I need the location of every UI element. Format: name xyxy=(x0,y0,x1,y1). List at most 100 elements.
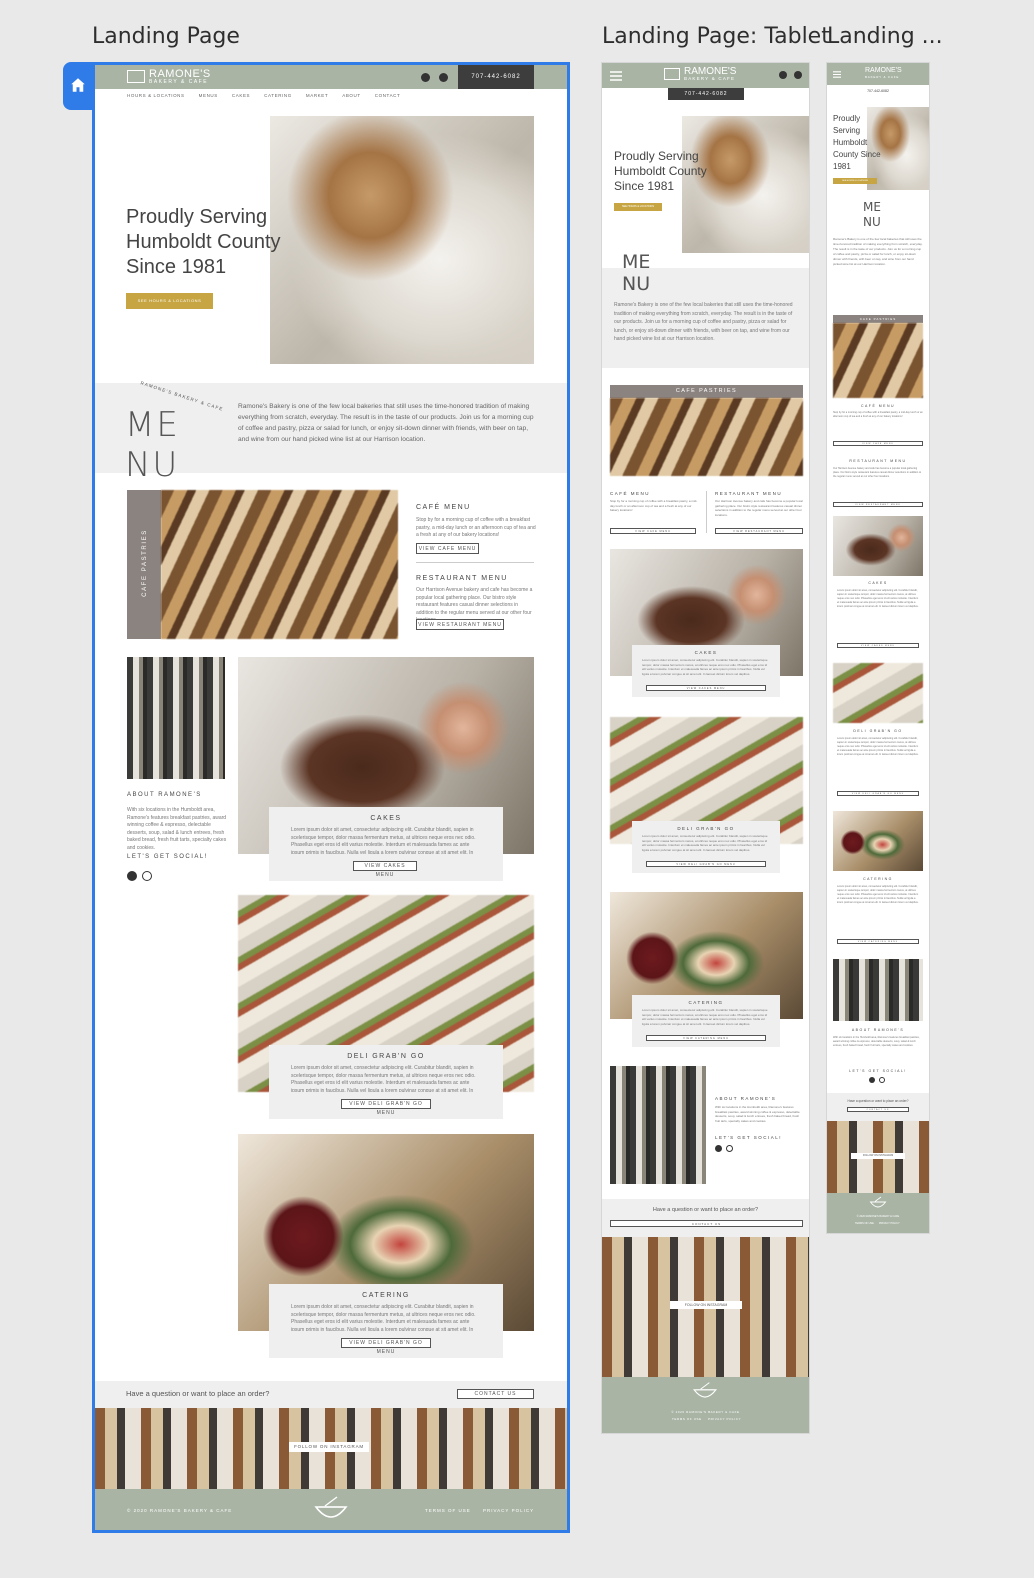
tablet-instagram-button[interactable]: FOLLOW ON INSTAGRAM xyxy=(670,1301,742,1309)
cakes-text: Lorem ipsum dolor sit amet, consectetur … xyxy=(291,827,476,854)
tablet-view-cafe-button[interactable]: VIEW CAFE MENU xyxy=(610,528,696,534)
nav-about[interactable]: ABOUT xyxy=(342,93,361,101)
mobile-deli-button[interactable]: VIEW DELI GRAB'N GO MENU xyxy=(837,791,919,796)
mobile-restaurant-button[interactable]: VIEW RESTAURANT MENU xyxy=(833,502,923,507)
tablet-cafe-pastries: CAFE PASTRIES xyxy=(675,388,738,394)
nav-market[interactable]: MARKET xyxy=(306,93,328,101)
mobile-menu-logo-top: ME xyxy=(863,200,881,214)
tablet-artboard[interactable]: RAMONE'S BAKERY & CAFE 707-442-6082 Prou… xyxy=(601,62,810,1434)
mobile-restaurant-title: RESTAURANT MENU xyxy=(849,459,907,463)
desktop-artboard[interactable]: RAMONE'S BAKERY & CAFE 707-442-6082 HOUR… xyxy=(92,62,570,1533)
artboard-title-tablet[interactable]: Landing Page: Tablet xyxy=(602,24,830,49)
tablet-contact-button[interactable]: CONTACT US xyxy=(610,1220,803,1227)
mobile-terms[interactable]: TERMS OF USE xyxy=(855,1222,874,1225)
tablet-footer: © 2020 RAMONE'S BAKERY & CAFE TERMS OF U… xyxy=(602,1377,809,1433)
mobile-hero-button[interactable]: SEE HOURS & LOCATIONS xyxy=(833,178,877,184)
about-title: ABOUT RAMONE'S xyxy=(127,792,202,798)
menu-logo-top: ME xyxy=(125,405,180,445)
artboard-title-desktop[interactable]: Landing Page xyxy=(92,24,240,49)
tablet-brand[interactable]: RAMONE'S BAKERY & CAFE xyxy=(664,66,754,84)
tablet-cakes-button[interactable]: VIEW CAKES MENU xyxy=(646,685,766,691)
nav-contact[interactable]: CONTACT xyxy=(375,93,401,101)
nav-hours[interactable]: HOURS & LOCATIONS xyxy=(127,93,185,101)
tablet-social-title: LET'S GET SOCIAL! xyxy=(715,1135,783,1140)
mobile-about-title: ABOUT RAMONE'S xyxy=(851,1028,905,1032)
nav-cakes[interactable]: CAKES xyxy=(232,93,250,101)
tablet-hero-button[interactable]: SEE HOURS & LOCATIONS xyxy=(614,203,662,211)
tablet-cakes-title: CAKES xyxy=(694,650,718,655)
mobile-cakes-text: Lorem ipsum dolor sit amet, consectetur … xyxy=(837,589,919,608)
site-header: RAMONE'S BAKERY & CAFE 707-442-6082 xyxy=(95,65,567,89)
nav-catering[interactable]: CATERING xyxy=(264,93,292,101)
mobile-cafe-menu-title: CAFÉ MENU xyxy=(860,404,896,408)
mobile-phone[interactable]: 707-442-6082 xyxy=(827,89,929,93)
instagram-icon[interactable] xyxy=(879,1077,885,1083)
tablet-divider xyxy=(706,491,707,533)
cafe-pastries-label: CAFE PASTRIES xyxy=(142,529,148,597)
brand-logo[interactable]: RAMONE'S BAKERY & CAFE xyxy=(127,68,217,86)
mobile-intro-text: Ramone's Bakery is one of the few local … xyxy=(833,237,923,266)
tablet-cakes-card: CAKES Lorem ipsum dolor sit amet, consec… xyxy=(632,645,780,697)
mobile-cakes-title: CAKES xyxy=(868,581,888,585)
mobile-copyright: © 2020 RAMONE'S BAKERY & CAFE xyxy=(856,1215,900,1218)
mobile-hero-title: Proudly Serving Humboldt County Since 19… xyxy=(833,114,881,171)
tablet-header: RAMONE'S BAKERY & CAFE xyxy=(602,63,809,88)
tablet-catering-title: CATERING xyxy=(688,1000,724,1005)
mobile-deli-photo xyxy=(833,663,923,723)
mobile-brand-name[interactable]: RAMONE'S xyxy=(865,67,902,74)
mobile-deli-text: Lorem ipsum dolor sit amet, consectetur … xyxy=(837,737,919,756)
tablet-cafe-menu-text: Stop by for a morning cup of coffee with… xyxy=(610,499,698,512)
tablet-terms[interactable]: TERMS OF USE xyxy=(672,1417,702,1421)
view-deli-menu-button[interactable]: VIEW DELI GRAB'N GO MENU xyxy=(341,1099,431,1116)
tablet-catering-button[interactable]: VIEW CATERING MENU xyxy=(646,1035,766,1041)
deli-text: Lorem ipsum dolor sit amet, consectetur … xyxy=(291,1065,476,1092)
instagram-icon[interactable] xyxy=(439,73,448,82)
cafe-menu-title: CAFÉ MENU xyxy=(416,504,471,511)
tablet-privacy[interactable]: PRIVACY POLICY xyxy=(708,1417,741,1421)
terms-link[interactable]: TERMS OF USE xyxy=(425,1508,471,1513)
home-icon xyxy=(71,78,85,92)
mobile-catering-button[interactable]: VIEW CATERING MENU xyxy=(837,939,919,944)
facebook-icon[interactable] xyxy=(779,71,787,79)
mobile-artboard[interactable]: RAMONE'S BAKERY & CAFE 707-442-6082 Prou… xyxy=(826,62,930,1234)
mobile-contact-button[interactable]: CONTACT US xyxy=(847,1107,909,1112)
nav-menus[interactable]: MENUS xyxy=(199,93,218,101)
hero-bread-photo xyxy=(270,116,534,364)
instagram-icon[interactable] xyxy=(142,871,152,881)
tablet-contact-band xyxy=(602,1199,809,1237)
mobile-footer: © 2020 RAMONE'S BAKERY & CAFE TERMS OF U… xyxy=(827,1193,929,1233)
hero-title: Proudly Serving Humboldt County Since 19… xyxy=(126,206,281,278)
mobile-instagram-button[interactable]: FOLLOW ON INSTAGRAM xyxy=(851,1153,905,1159)
view-cakes-menu-button[interactable]: VIEW CAKES MENU xyxy=(353,861,417,878)
social-title: LET'S GET SOCIAL! xyxy=(127,854,208,860)
facebook-icon[interactable] xyxy=(127,871,137,881)
mixing-bowl-logo-icon xyxy=(693,1382,717,1398)
catering-card: CATERING Lorem ipsum dolor sit amet, con… xyxy=(269,1284,503,1358)
facebook-icon[interactable] xyxy=(715,1145,722,1152)
tablet-menu-logo-top: ME xyxy=(622,251,651,273)
tablet-question-text: Have a question or want to place an orde… xyxy=(652,1207,759,1213)
contact-us-button[interactable]: CONTACT US xyxy=(457,1389,534,1399)
copyright: © 2020 RAMONE'S BAKERY & CAFE xyxy=(127,1508,233,1513)
artboard-title-mobile[interactable]: Landing ... xyxy=(827,24,943,49)
hamburger-menu-icon[interactable] xyxy=(833,71,841,78)
phone-bar[interactable]: 707-442-6082 xyxy=(458,65,534,89)
view-cafe-menu-button[interactable]: VIEW CAFE MENU xyxy=(416,543,479,554)
tablet-phone-bar[interactable]: 707-442-6082 xyxy=(668,88,744,100)
instagram-icon[interactable] xyxy=(726,1145,733,1152)
hamburger-menu-icon[interactable] xyxy=(610,71,622,81)
view-restaurant-menu-button[interactable]: VIEW RESTAURANT MENU xyxy=(416,619,504,630)
mobile-cafe-button[interactable]: VIEW CAFE MENU xyxy=(833,441,923,446)
home-badge[interactable] xyxy=(63,62,93,110)
mobile-privacy[interactable]: PRIVACY POLICY xyxy=(879,1222,900,1225)
instagram-button[interactable]: FOLLOW ON INSTAGRAM xyxy=(289,1442,369,1452)
privacy-link[interactable]: PRIVACY POLICY xyxy=(483,1508,534,1513)
facebook-icon[interactable] xyxy=(421,73,430,82)
hero-button[interactable]: SEE HOURS & LOCATIONS xyxy=(126,293,213,309)
tablet-deli-button[interactable]: VIEW DELI GRAB'N GO MENU xyxy=(646,861,766,867)
facebook-icon[interactable] xyxy=(869,1077,875,1083)
view-catering-menu-button[interactable]: VIEW DELI GRAB'N GO MENU xyxy=(341,1338,431,1355)
instagram-icon[interactable] xyxy=(794,71,802,79)
mobile-cakes-button[interactable]: VIEW CAKES MENU xyxy=(837,643,919,648)
tablet-view-restaurant-button[interactable]: VIEW RESTAURANT MENU xyxy=(715,528,803,534)
